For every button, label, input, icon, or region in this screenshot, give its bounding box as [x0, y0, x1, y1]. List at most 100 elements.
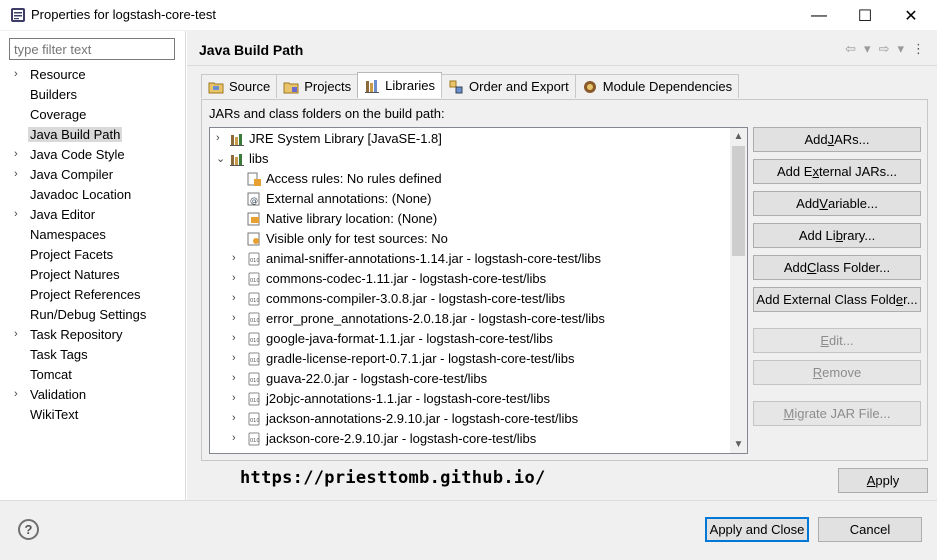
tree-row-label: JRE System Library [JavaSE-1.8] [249, 131, 442, 146]
add-external-class-folder-button[interactable]: Add External Class Fold e r... [753, 287, 921, 312]
chevron-right-icon[interactable]: › [232, 252, 242, 264]
chevron-down-icon[interactable]: ⌄ [216, 152, 226, 165]
chevron-right-icon[interactable]: › [14, 168, 24, 180]
view-menu-icon[interactable]: ⋮ [912, 41, 925, 57]
add-variable-button[interactable]: Add Variable... [753, 191, 921, 216]
order-export-icon [448, 79, 464, 95]
forward-arrow-icon[interactable]: ⇨ [879, 41, 890, 57]
close-button[interactable]: ✕ [888, 0, 934, 31]
nav-item-java-compiler[interactable]: › Java Compiler [0, 165, 186, 185]
nav-item-java-build-path[interactable]: Java Build Path [0, 125, 186, 145]
nav-item-project-natures[interactable]: Project Natures [0, 265, 186, 285]
back-dropdown-icon[interactable]: ▾ [864, 41, 871, 57]
tree-row[interactable]: Visible only for test sources: No [210, 229, 730, 249]
add-class-folder-button[interactable]: Add Class Folder... [753, 255, 921, 280]
svg-text:010: 010 [250, 298, 260, 304]
tree-row[interactable]: › 010 google-java-format-1.1.jar - logstas… [210, 329, 730, 349]
tab-libraries[interactable]: Libraries [357, 72, 443, 98]
tree-row[interactable]: › 010 error_prone_annotations-2.0.18.jar -… [210, 309, 730, 329]
nav-item-builders[interactable]: Builders [0, 85, 186, 105]
build-path-tree[interactable]: › JRE System Library [JavaSE-1.8] ⌄ libs Acc… [209, 127, 748, 454]
nav-item-label: Project References [30, 287, 141, 302]
tree-row[interactable]: › 010 jackson-annotations-2.9.10.jar - log… [210, 409, 730, 429]
add-jars-button[interactable]: Add J ARs... [753, 127, 921, 152]
chevron-right-icon[interactable]: › [14, 208, 24, 220]
chevron-right-icon[interactable]: › [232, 432, 242, 444]
cancel-button[interactable]: Cancel [818, 517, 922, 542]
nav-item-coverage[interactable]: Coverage [0, 105, 186, 125]
remove-button[interactable]: Remove [753, 360, 921, 385]
tree-row[interactable]: › 010 animal-sniffer-annotations-1.14.jar … [210, 249, 730, 269]
tree-row[interactable]: › 010 guava-22.0.jar - logstash-core-test/… [210, 369, 730, 389]
nav-item-project-facets[interactable]: Project Facets [0, 245, 186, 265]
tree-row-label: gradle-license-report-0.7.1.jar - logsta… [266, 351, 575, 366]
back-arrow-icon[interactable]: ⇦ [845, 41, 856, 57]
nav-item-project-references[interactable]: Project References [0, 285, 186, 305]
build-path-label: JARs and class folders on the build path… [209, 106, 445, 121]
nav-item-wikitext[interactable]: WikiText [0, 405, 186, 425]
nav-item-resource[interactable]: › Resource [0, 65, 186, 85]
native-library-icon [246, 211, 262, 227]
nav-item-label: Run/Debug Settings [30, 307, 147, 322]
filter-input[interactable] [9, 38, 175, 60]
forward-dropdown-icon[interactable]: ▾ [897, 41, 904, 57]
window-title: Properties for logstash-core-test [31, 7, 216, 22]
tab-label: Source [229, 79, 271, 94]
jar-file-icon: 010 [246, 391, 262, 407]
apply-button[interactable]: Apply [838, 468, 928, 493]
scroll-up-icon[interactable]: ▲ [730, 128, 747, 145]
nav-item-task-repository[interactable]: › Task Repository [0, 325, 186, 345]
chevron-right-icon[interactable]: › [232, 312, 242, 324]
tree-row[interactable]: ⌄ libs [210, 149, 730, 169]
migrate-jar-file-button[interactable]: Migrate JAR File... [753, 401, 921, 426]
tab-order-and-export[interactable]: Order and Export [441, 74, 576, 98]
tree-row[interactable]: @ External annotations: (None) [210, 189, 730, 209]
chevron-right-icon[interactable]: › [232, 412, 242, 424]
nav-item-task-tags[interactable]: Task Tags [0, 345, 186, 365]
nav-item-java-editor[interactable]: › Java Editor [0, 205, 186, 225]
scroll-down-icon[interactable]: ▼ [730, 436, 747, 453]
nav-item-run-debug-settings[interactable]: Run/Debug Settings [0, 305, 186, 325]
chevron-right-icon[interactable]: › [232, 352, 242, 364]
tab-projects[interactable]: Projects [276, 74, 359, 98]
nav-item-java-code-style[interactable]: › Java Code Style [0, 145, 186, 165]
nav-item-validation[interactable]: › Validation [0, 385, 186, 405]
tree-row[interactable]: › 010 j2objc-annotations-1.1.jar - logstas… [210, 389, 730, 409]
chevron-right-icon[interactable]: › [14, 148, 24, 160]
nav-item-label: Task Tags [30, 347, 88, 362]
tree-row[interactable]: › 010 gradle-license-report-0.7.1.jar - lo… [210, 349, 730, 369]
nav-item-javadoc-location[interactable]: Javadoc Location [0, 185, 186, 205]
nav-item-tomcat[interactable]: Tomcat [0, 365, 186, 385]
tree-vertical-scrollbar[interactable]: ▲ ▼ [730, 128, 747, 453]
tab-label: Projects [304, 79, 352, 94]
tree-row[interactable]: Access rules: No rules defined [210, 169, 730, 189]
jar-file-icon: 010 [246, 431, 262, 447]
chevron-right-icon[interactable]: › [14, 328, 24, 340]
tree-row[interactable]: › 010 commons-codec-1.11.jar - logstash-co… [210, 269, 730, 289]
tree-row[interactable]: Native library location: (None) [210, 209, 730, 229]
maximize-button[interactable]: ☐ [842, 0, 888, 31]
chevron-right-icon[interactable]: › [14, 388, 24, 400]
annotations-icon: @ [246, 191, 262, 207]
help-icon[interactable]: ? [18, 519, 39, 540]
chevron-right-icon[interactable]: › [232, 272, 242, 284]
svg-text:010: 010 [250, 378, 260, 384]
tab-source[interactable]: Source [201, 74, 278, 98]
chevron-right-icon[interactable]: › [216, 132, 226, 144]
add-library-button[interactable]: Add Li b rary... [753, 223, 921, 248]
chevron-right-icon[interactable]: › [232, 372, 242, 384]
scrollbar-thumb[interactable] [732, 146, 745, 256]
edit-button[interactable]: Edit... [753, 328, 921, 353]
minimize-button[interactable]: — [796, 0, 842, 31]
add-external-jars-button[interactable]: Add Ex ternal JARs... [753, 159, 921, 184]
tree-row[interactable]: › JRE System Library [JavaSE-1.8] [210, 129, 730, 149]
tab-module-dependencies[interactable]: Module Dependencies [574, 74, 740, 98]
tree-row[interactable]: › 010 jackson-core-2.9.10.jar - logstash-c… [210, 429, 730, 449]
apply-and-close-button[interactable]: Apply and Close [705, 517, 809, 542]
chevron-right-icon[interactable]: › [232, 292, 242, 304]
nav-item-namespaces[interactable]: Namespaces [0, 225, 186, 245]
tree-row[interactable]: › 010 commons-compiler-3.0.8.jar - logstas… [210, 289, 730, 309]
chevron-right-icon[interactable]: › [232, 332, 242, 344]
chevron-right-icon[interactable]: › [14, 68, 24, 80]
chevron-right-icon[interactable]: › [232, 392, 242, 404]
